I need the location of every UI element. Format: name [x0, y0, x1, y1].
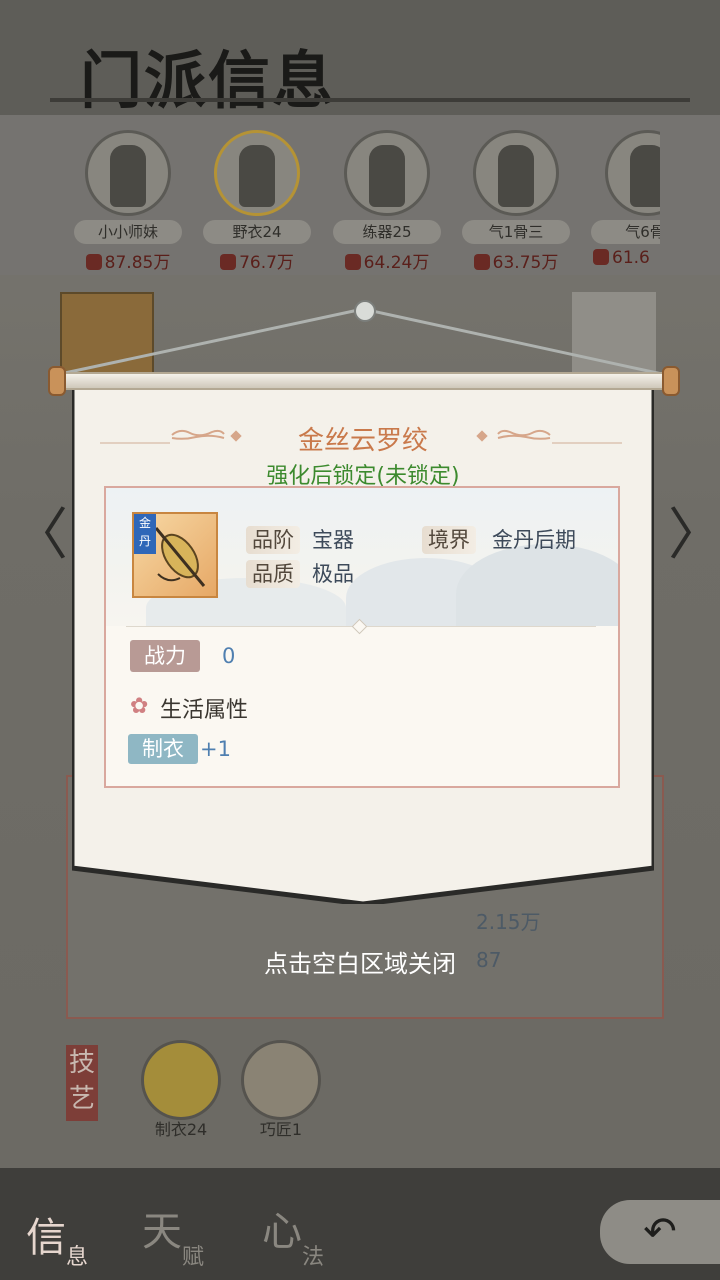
item-name: 金丝云罗绞	[297, 426, 428, 456]
stat-value: 2.15万	[476, 910, 541, 934]
realm-value: 金丹后期	[492, 528, 576, 552]
tab-talent[interactable]: 天赋	[142, 1195, 252, 1275]
next-arrow-icon[interactable]: 〉	[668, 490, 720, 571]
cloud-ornament-icon	[497, 429, 551, 440]
scroll-rod-cap	[662, 366, 680, 396]
skill-tailoring[interactable]: 制衣24	[136, 1040, 226, 1140]
title-ornament	[552, 442, 622, 444]
tab-mind-method[interactable]: 心法	[262, 1195, 372, 1275]
scroll-rod-cap	[48, 366, 66, 396]
tailoring-attr-value: +1	[200, 737, 231, 761]
combat-power-value: 0	[222, 644, 236, 668]
flower-icon: ✿	[130, 694, 149, 719]
skill-label: 巧匠1	[259, 1120, 303, 1139]
scroll-rod	[52, 372, 676, 390]
combat-power-label: 战力	[130, 640, 200, 672]
skill-craftsman[interactable]: 巧匠1	[236, 1040, 326, 1140]
hammer-icon	[241, 1040, 321, 1120]
item-thumbnail: 金丹	[132, 512, 218, 598]
tailoring-icon	[141, 1040, 221, 1120]
tab-info[interactable]: 信息	[12, 1195, 122, 1275]
realm-label: 境界	[422, 526, 476, 554]
quality-label: 品质	[246, 560, 300, 588]
life-attributes-title: 生活属性	[160, 698, 249, 723]
skills-section-label: 技艺	[66, 1045, 98, 1121]
quality-value: 极品	[312, 562, 354, 586]
skill-label: 制衣24	[154, 1120, 208, 1139]
tailoring-attr-label: 制衣	[128, 734, 198, 764]
grade-value: 宝器	[312, 528, 354, 552]
prev-arrow-icon[interactable]: 〈	[12, 490, 68, 571]
grade-label: 品阶	[246, 526, 300, 554]
realm-tag: 金丹	[134, 514, 156, 554]
scroll-pin-icon	[354, 300, 376, 322]
back-button[interactable]: ↶	[600, 1200, 720, 1264]
close-hint[interactable]: 点击空白区域关闭	[0, 944, 720, 979]
scroll-hanging-wire	[59, 307, 663, 376]
